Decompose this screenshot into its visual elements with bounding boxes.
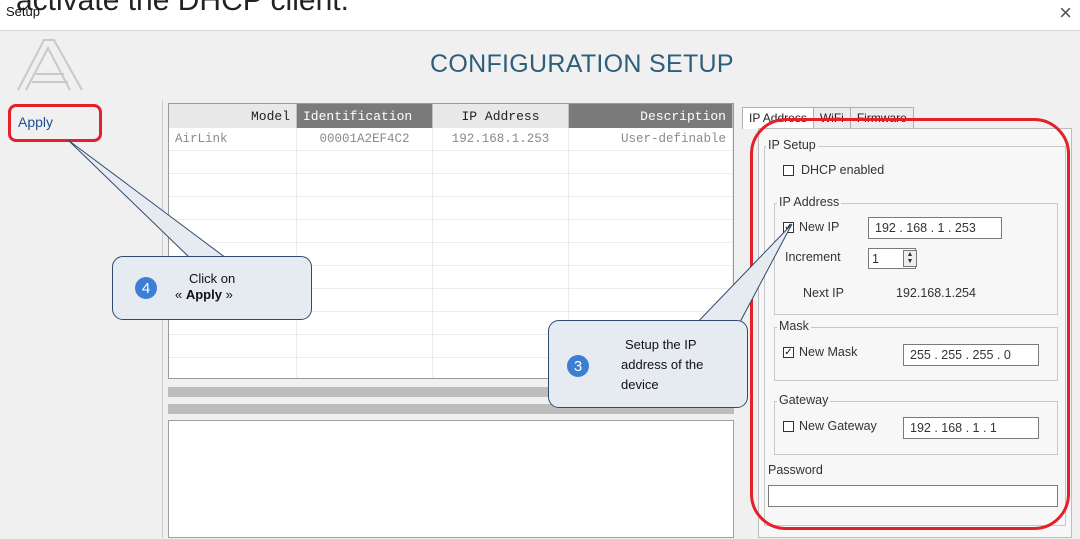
callout-apply: 4 Click on « Apply » (112, 256, 312, 320)
cell-model: AirLink (169, 128, 297, 150)
new-ip-field[interactable]: 192 . 168 . 1 . 253 (868, 217, 1002, 239)
table-header: Model Identification IP Address Descript… (169, 104, 733, 128)
cell-identification: 00001A2EF4C2 (297, 128, 433, 150)
apply-highlight (8, 104, 102, 142)
column-header-identification[interactable]: Identification (297, 104, 433, 128)
ip-setup-label: IP Setup (766, 138, 818, 152)
table-row-empty (169, 197, 733, 220)
column-header-model[interactable]: Model (169, 104, 297, 128)
close-icon[interactable]: × (1059, 0, 1072, 26)
callout-setup-line1: Setup the IP (625, 337, 697, 352)
increment-value: 1 (872, 251, 879, 266)
page-title: CONFIGURATION SETUP (430, 50, 734, 78)
password-field[interactable] (768, 485, 1058, 507)
callout-setup-line3: device (621, 377, 659, 392)
window-title: Setup (6, 4, 40, 19)
callout-apply-line1: Click on (189, 271, 236, 286)
next-ip-label: Next IP (803, 286, 844, 300)
table-row[interactable]: AirLink 00001A2EF4C2 192.168.1.253 User-… (169, 128, 733, 151)
callout-setup: 3 Setup the IP address of the device (548, 320, 748, 408)
next-ip-value: 192.168.1.254 (896, 286, 976, 300)
tab-ip-address[interactable]: IP Address (742, 107, 814, 129)
cutoff-instruction-text: activate the DHCP client. (16, 0, 349, 17)
log-textbox[interactable] (168, 420, 734, 538)
table-row-empty (169, 151, 733, 174)
tab-wifi[interactable]: WiFi (812, 107, 851, 129)
new-mask-checkbox[interactable]: ✓ (783, 347, 794, 358)
password-label: Password (768, 463, 823, 477)
app-logo-icon (17, 39, 83, 91)
gateway-group-label: Gateway (777, 393, 831, 407)
new-mask-label: New Mask (799, 345, 858, 359)
cell-description: User-definable (569, 128, 733, 150)
new-gateway-field[interactable]: 192 . 168 . 1 . 1 (903, 417, 1039, 439)
cell-ip-address: 192.168.1.253 (433, 128, 569, 150)
ip-address-group-label: IP Address (777, 195, 842, 209)
callout-setup-line2: address of the (621, 357, 704, 372)
table-row-empty (169, 220, 733, 243)
increment-label: Increment (785, 250, 841, 264)
settings-tabs: IP Address WiFi Firmware (742, 107, 914, 129)
new-mask-field[interactable]: 255 . 255 . 255 . 0 (903, 344, 1039, 366)
step-badge-3: 3 (567, 355, 589, 377)
spinner-icon[interactable]: ▲ ▼ (903, 250, 917, 267)
new-ip-label: New IP (799, 220, 840, 234)
table-row-empty (169, 174, 733, 197)
step-badge-4: 4 (135, 277, 157, 299)
new-ip-checkbox[interactable]: ✓ (783, 222, 794, 233)
dhcp-checkbox[interactable] (783, 165, 794, 176)
mask-group-label: Mask (777, 319, 811, 333)
column-header-description[interactable]: Description (569, 104, 733, 128)
new-gateway-label: New Gateway (799, 419, 877, 433)
column-header-ip-address[interactable]: IP Address (433, 104, 569, 128)
new-gateway-checkbox[interactable] (783, 421, 794, 432)
tab-firmware[interactable]: Firmware (849, 107, 914, 129)
dhcp-label: DHCP enabled (801, 163, 885, 177)
callout-apply-line2: « Apply » (175, 287, 233, 302)
